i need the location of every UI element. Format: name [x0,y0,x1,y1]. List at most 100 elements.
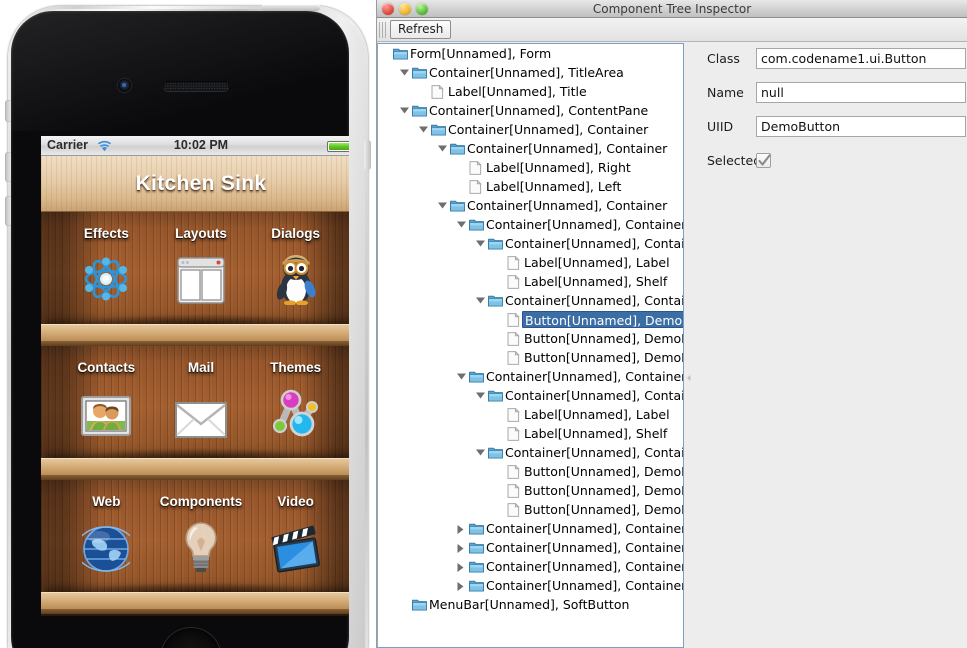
close-button[interactable] [382,3,394,15]
tree-row[interactable]: Container[Unnamed], Container [378,120,683,139]
shelf-button-label: Themes [254,360,338,375]
refresh-button[interactable]: Refresh [390,20,451,39]
property-value-input[interactable]: com.codename1.ui.Button [756,48,966,69]
tree-row[interactable]: Container[Unnamed], Container [378,538,683,557]
chevron-right-icon[interactable] [456,519,468,538]
tree-row[interactable]: Container[Unnamed], TitleArea [378,63,683,82]
tree-row-label: Container[Unnamed], Container [504,291,684,310]
shelf-button-themes[interactable]: Themes [254,360,338,439]
tree-row[interactable]: Label[Unnamed], Label [378,253,683,272]
sleep-button[interactable] [262,4,320,11]
tree-row[interactable]: Container[Unnamed], Container [378,234,683,253]
tree-spacer [494,329,506,348]
tree-row[interactable]: Label[Unnamed], Label [378,405,683,424]
chevron-right-icon[interactable] [456,538,468,557]
tree-spacer [418,82,430,101]
chevron-down-icon[interactable] [456,367,468,386]
home-button[interactable] [160,627,222,648]
chevron-down-icon[interactable] [418,120,430,139]
property-value-input[interactable]: null [756,82,966,103]
chevron-down-icon[interactable] [437,139,449,158]
folder-icon [411,101,428,120]
divider-collapse-icon[interactable] [686,368,692,374]
clock-label: 10:02 PM [41,138,349,152]
device-simulator: Carrier 10:02 PM Kitchen Sink [0,0,376,648]
file-icon [506,481,523,500]
atom-icon [64,247,148,305]
tree-row[interactable]: Label[Unnamed], Shelf [378,272,683,291]
chevron-down-icon[interactable] [475,443,487,462]
tree-row[interactable]: Container[Unnamed], Container [378,576,683,595]
title-area: Kitchen Sink [41,156,349,212]
chevron-down-icon[interactable] [399,101,411,120]
shelf-button-mail[interactable]: Mail [159,360,243,439]
chevron-right-icon[interactable] [456,576,468,595]
file-icon [506,253,523,272]
tree-row[interactable]: Container[Unnamed], ContentPane [378,101,683,120]
tree-row[interactable]: Label[Unnamed], Shelf [378,424,683,443]
shelf-button-video[interactable]: Video [254,494,338,573]
split-pane: Form[Unnamed], FormContainer[Unnamed], T… [377,43,967,648]
tree-spacer [494,253,506,272]
selected-checkbox[interactable] [756,153,771,168]
tree-row[interactable]: Container[Unnamed], Container [378,519,683,538]
tree-row[interactable]: Label[Unnamed], Title [378,82,683,101]
chevron-down-icon[interactable] [456,215,468,234]
contacts-photo-icon [64,381,148,439]
chevron-down-icon[interactable] [475,291,487,310]
file-icon [506,405,523,424]
shelf-button-effects[interactable]: Effects [64,226,148,305]
file-icon [506,329,523,348]
chevron-down-icon[interactable] [437,196,449,215]
tree-row[interactable]: Container[Unnamed], Container [378,215,683,234]
folder-icon [449,196,466,215]
tree-row[interactable]: Container[Unnamed], Container [378,443,683,462]
chevron-down-icon[interactable] [475,234,487,253]
envelope-icon [159,381,243,439]
split-divider[interactable] [684,43,694,648]
tree-row[interactable]: Button[Unnamed], DemoButton [378,329,683,348]
folder-icon [487,386,504,405]
tree-row-label: Container[Unnamed], Container [485,576,684,595]
zoom-button[interactable] [416,3,428,15]
tree-row[interactable]: Button[Unnamed], DemoButton [378,481,683,500]
window-panes-icon [159,247,243,305]
chevron-down-icon[interactable] [475,386,487,405]
tree-row[interactable]: Button[Unnamed], DemoButton [378,348,683,367]
tree-row[interactable]: Container[Unnamed], Container [378,557,683,576]
tree-row[interactable]: Container[Unnamed], Container [378,386,683,405]
tree-row-label: Button[Unnamed], DemoButton [523,348,684,367]
shelf-button-dialogs[interactable]: Dialogs [254,226,338,305]
toolbar-drag-handle[interactable] [379,22,387,38]
tree-row[interactable]: Container[Unnamed], Container [378,139,683,158]
property-value-input[interactable]: DemoButton [756,116,966,137]
shelf-button-contacts[interactable]: Contacts [64,360,148,439]
app-screen[interactable]: Carrier 10:02 PM Kitchen Sink [41,136,349,616]
tree-row[interactable]: Container[Unnamed], Container [378,367,683,386]
window-titlebar[interactable]: Component Tree Inspector [377,0,967,18]
tree-row[interactable]: MenuBar[Unnamed], SoftButton [378,595,683,614]
clapperboard-icon [254,515,338,573]
shelf-button-components[interactable]: Components [159,494,243,573]
tree-row-label: Button[Unnamed], DemoButton [523,481,684,500]
tree-row-label: Container[Unnamed], Container [504,234,684,253]
tree-row[interactable]: Form[Unnamed], Form [378,44,683,63]
tree-row[interactable]: Label[Unnamed], Left [378,177,683,196]
tree-row-label: Button[Unnamed], DemoButton [522,311,684,328]
tree-row[interactable]: Container[Unnamed], Container [378,291,683,310]
chevron-right-icon[interactable] [456,557,468,576]
minimize-button[interactable] [399,3,411,15]
tree-row-label: Container[Unnamed], Container [485,557,684,576]
chevron-down-icon[interactable] [399,63,411,82]
tree-row[interactable]: Button[Unnamed], DemoButton [378,310,683,329]
component-tree[interactable]: Form[Unnamed], FormContainer[Unnamed], T… [377,43,684,648]
tree-row[interactable]: Button[Unnamed], DemoButton [378,500,683,519]
shelf-button-layouts[interactable]: Layouts [159,226,243,305]
shelf-button-label: Video [254,494,338,509]
folder-icon [411,595,428,614]
tree-row[interactable]: Label[Unnamed], Right [378,158,683,177]
tree-row-label: Button[Unnamed], DemoButton [523,462,684,481]
tree-row[interactable]: Button[Unnamed], DemoButton [378,462,683,481]
tree-row[interactable]: Container[Unnamed], Container [378,196,683,215]
shelf-button-web[interactable]: Web [64,494,148,573]
